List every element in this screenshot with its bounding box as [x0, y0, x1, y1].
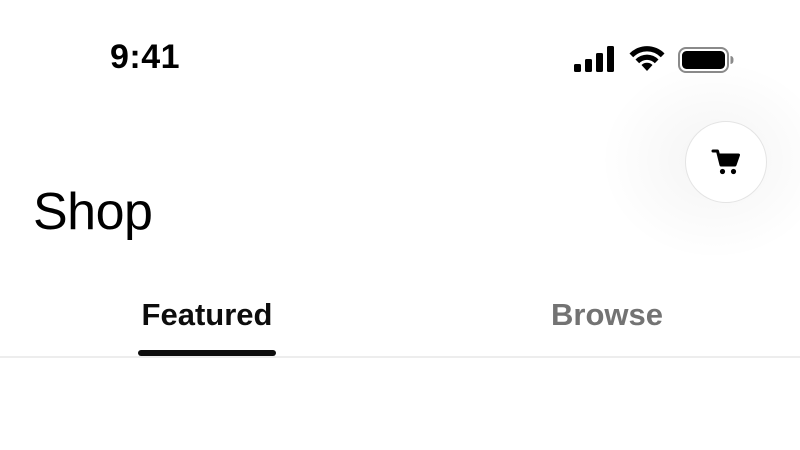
status-time: 9:41	[110, 38, 181, 76]
cart-button[interactable]	[685, 121, 767, 203]
cart-icon	[711, 149, 740, 175]
shop-screen: 9:41 Shop Featured Browse	[0, 0, 800, 450]
tab-featured[interactable]: Featured	[136, 290, 278, 356]
page-title: Shop	[33, 183, 153, 241]
wifi-icon	[629, 46, 665, 71]
tab-browse-label: Browse	[551, 297, 663, 332]
signal-icon	[574, 46, 614, 72]
tab-featured-label: Featured	[141, 297, 273, 332]
featured-content-area	[0, 358, 800, 450]
tab-bar: Featured Browse	[0, 290, 800, 358]
tab-browse[interactable]: Browse	[540, 290, 674, 356]
